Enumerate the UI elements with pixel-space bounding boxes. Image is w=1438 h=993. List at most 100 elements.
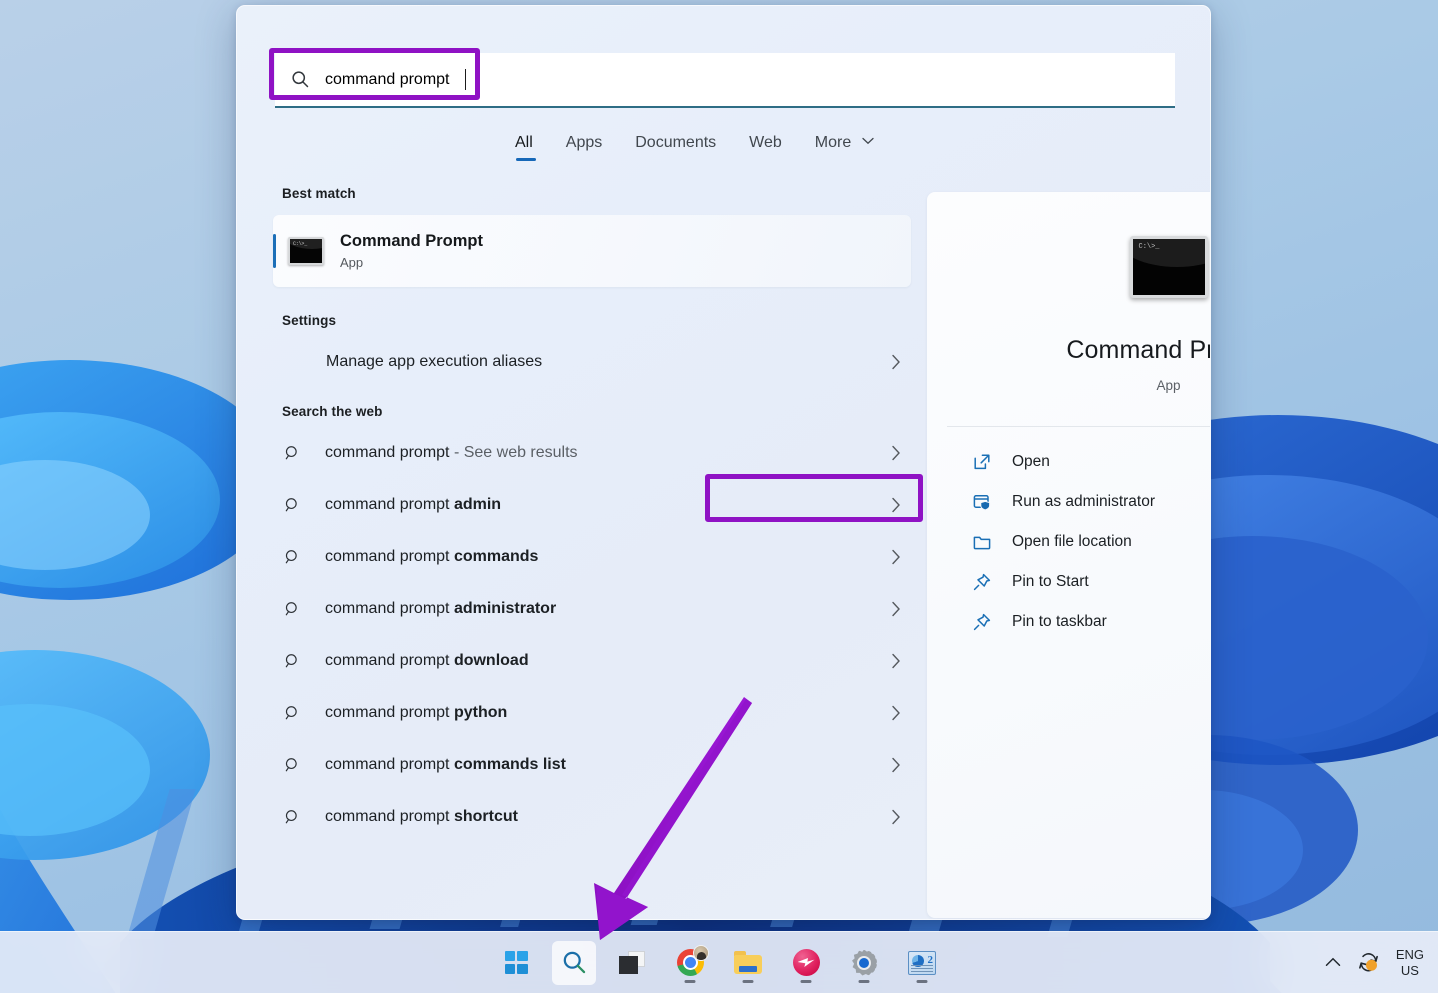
action-pin-to-taskbar[interactable]: Pin to taskbar: [949, 602, 1210, 642]
web-result-row[interactable]: command prompt - See web results: [273, 427, 911, 479]
settings-button[interactable]: [842, 941, 886, 985]
chrome-icon: [676, 945, 709, 976]
file-explorer-button[interactable]: [726, 941, 770, 985]
web-result-suffix: commands list: [453, 756, 566, 773]
settings-result-manage-aliases[interactable]: Manage app execution aliases: [273, 336, 911, 388]
chevron-right-icon: [892, 809, 900, 825]
running-indicator: [858, 979, 870, 983]
tab-more-label: More: [814, 134, 852, 151]
shield-window-icon: [973, 495, 991, 511]
web-results-list: command prompt - See web results command …: [237, 427, 927, 843]
app-actions-list: Open Run as administrator Open file loca…: [927, 442, 1210, 642]
preview-title: Command Prompt: [1066, 336, 1210, 364]
search-icon: [563, 951, 585, 974]
web-result-row[interactable]: command prompt python: [273, 687, 911, 739]
divider: [947, 426, 1210, 427]
running-indicator: [800, 979, 812, 983]
web-result-row[interactable]: command prompt commands list: [273, 739, 911, 791]
tab-apps[interactable]: Apps: [566, 134, 602, 161]
tab-documents[interactable]: Documents: [635, 134, 716, 161]
pin-icon: [973, 613, 991, 631]
tab-apps-label: Apps: [565, 134, 603, 151]
web-result-prefix: command prompt: [325, 600, 454, 617]
gear-icon: [851, 949, 877, 976]
windows-start-icon: [504, 951, 528, 974]
pin-icon: [973, 573, 991, 591]
best-match-command-prompt[interactable]: C:\>_ Command Prompt App: [273, 215, 911, 287]
action-pin-to-start[interactable]: Pin to Start: [949, 562, 1210, 602]
web-result-prefix: command prompt: [325, 444, 450, 461]
action-open-file-location-label: Open file location: [1012, 533, 1132, 550]
presentation-icon: 2: [908, 950, 936, 975]
web-result-row[interactable]: command prompt admin: [273, 479, 911, 531]
search-input[interactable]: command prompt: [275, 53, 1175, 108]
chevron-right-icon: [892, 757, 900, 773]
running-indicator: [916, 979, 928, 983]
best-match-subtitle: App: [340, 255, 364, 270]
web-result-prefix: command prompt: [325, 652, 454, 669]
sync-status-button[interactable]: [1357, 951, 1380, 974]
tab-web-label: Web: [749, 134, 782, 151]
tray-overflow-button[interactable]: [1325, 957, 1341, 968]
tab-all-label: All: [515, 134, 533, 151]
chrome-button[interactable]: [668, 941, 712, 985]
chevron-right-icon: [892, 653, 900, 669]
preview-subtitle: App: [1156, 378, 1181, 393]
web-result-suffix: administrator: [453, 600, 557, 617]
action-open[interactable]: Open: [949, 442, 1210, 482]
web-result-row[interactable]: command prompt shortcut: [273, 791, 911, 843]
action-run-as-administrator[interactable]: Run as administrator: [949, 482, 1210, 522]
chevron-right-icon: [892, 445, 900, 461]
chrome-profile-avatar: [692, 945, 709, 961]
chevron-right-icon: [892, 497, 900, 513]
web-result-prefix: command prompt: [325, 704, 454, 721]
tab-more[interactable]: More: [815, 134, 874, 161]
web-result-suffix: shortcut: [453, 808, 518, 825]
command-prompt-icon: C:\>_: [288, 237, 324, 265]
chevron-right-icon: [892, 601, 900, 617]
web-result-row[interactable]: command prompt administrator: [273, 583, 911, 635]
search-icon: [285, 653, 297, 667]
chevron-up-icon: [1325, 957, 1341, 967]
action-open-file-location[interactable]: Open file location: [949, 522, 1210, 562]
start-button[interactable]: [494, 941, 538, 985]
task-view-icon: [619, 951, 645, 974]
search-box-row: command prompt: [237, 53, 1210, 109]
tab-all[interactable]: All: [515, 134, 536, 161]
task-view-button[interactable]: [610, 941, 654, 985]
web-result-label: command prompt commands: [325, 548, 868, 566]
web-result-suffix: - See web results: [449, 444, 578, 461]
web-result-label: command prompt - See web results: [325, 444, 868, 462]
web-result-suffix: commands: [453, 548, 539, 565]
language-secondary: US: [1400, 962, 1419, 978]
presentation-app-button[interactable]: 2: [900, 941, 944, 985]
language-indicator[interactable]: ENG US: [1396, 946, 1424, 979]
folder-icon: [973, 536, 991, 550]
web-result-row[interactable]: command prompt commands: [273, 531, 911, 583]
search-icon: [285, 549, 297, 563]
web-result-row[interactable]: command prompt download: [273, 635, 911, 687]
search-query-text: command prompt: [325, 70, 450, 88]
settings-heading: Settings: [282, 313, 337, 328]
search-icon: [285, 757, 297, 771]
taskbar-center-group: 2: [494, 940, 944, 985]
results-list: Best match C:\>_ Command Prompt App Sett…: [237, 186, 927, 919]
search-icon: [285, 445, 297, 459]
web-result-suffix: admin: [453, 496, 502, 513]
app-preview-card: C:\>_ Command Prompt App Open: [927, 192, 1210, 918]
web-result-prefix: command prompt: [325, 756, 454, 773]
web-result-suffix: download: [453, 652, 529, 669]
command-prompt-icon: C:\>_: [1129, 236, 1208, 298]
messaging-app-button[interactable]: [784, 941, 828, 985]
language-primary: ENG: [1395, 946, 1424, 962]
search-button[interactable]: [552, 940, 596, 985]
web-result-label: command prompt admin: [325, 496, 868, 514]
chevron-right-icon: [892, 549, 900, 565]
web-result-label: command prompt python: [325, 704, 868, 722]
settings-result-label: Manage app execution aliases: [326, 353, 543, 370]
running-indicator: [684, 979, 696, 983]
tab-documents-label: Documents: [635, 134, 717, 151]
tab-web[interactable]: Web: [749, 134, 782, 161]
search-the-web-heading: Search the web: [282, 404, 383, 419]
action-run-as-administrator-label: Run as administrator: [1012, 493, 1156, 510]
